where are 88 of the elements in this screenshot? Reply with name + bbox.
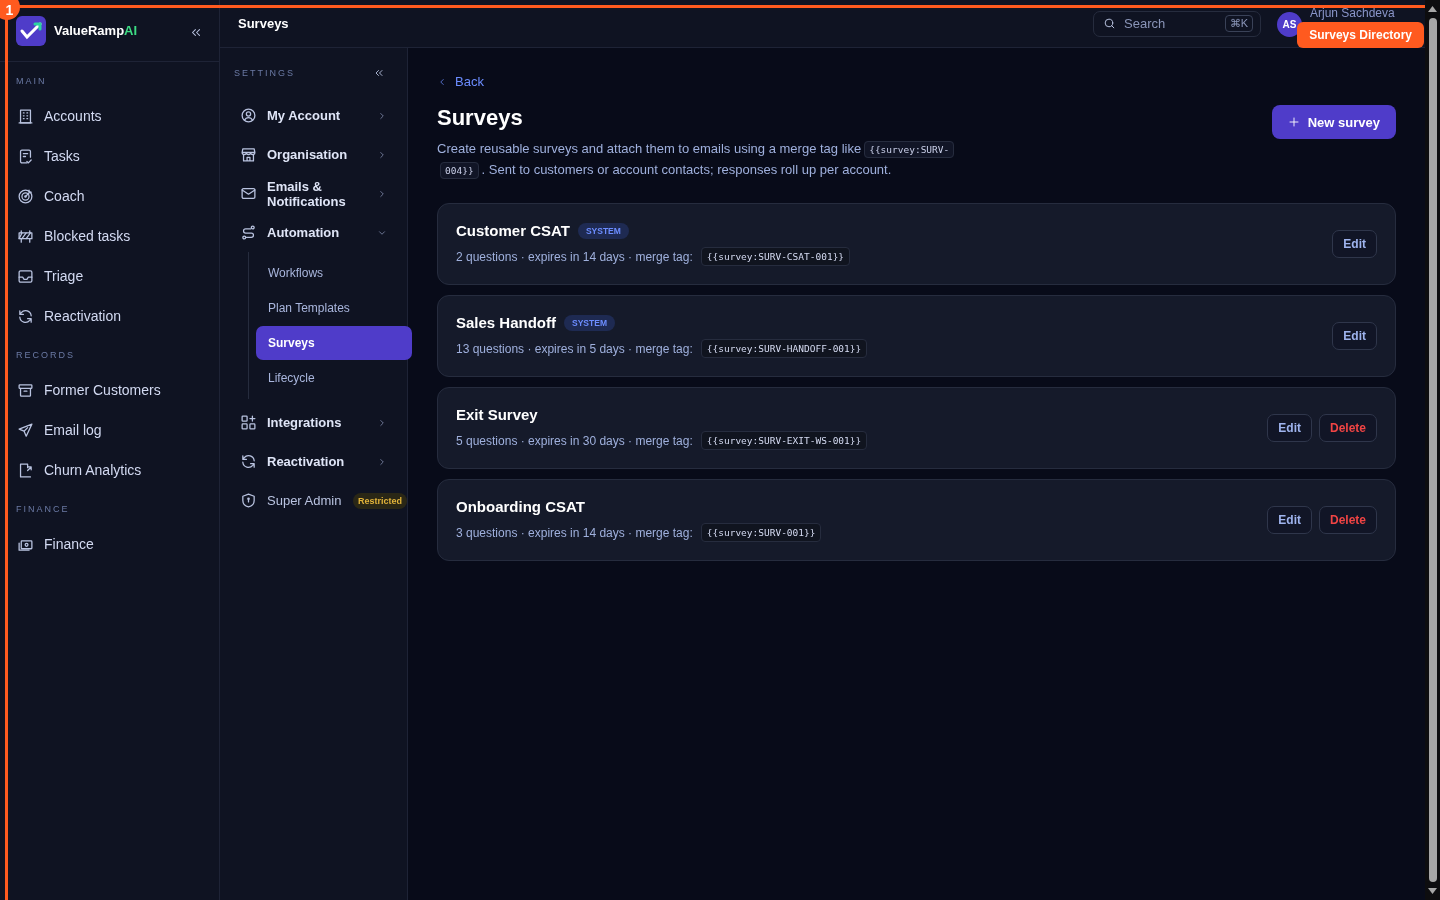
chevron-right-icon xyxy=(377,110,387,121)
survey-details: 3 questions · expires in 14 days · merge tag: xyxy=(456,525,693,540)
chevron-right-icon xyxy=(377,456,387,467)
settings-subitem[interactable]: Lifecycle xyxy=(256,361,412,395)
door-exit-icon xyxy=(17,461,34,479)
merge-tag-code: {{survey:SURV-HANDOFF-001}} xyxy=(700,339,868,358)
new-survey-button[interactable]: New survey xyxy=(1271,105,1396,139)
sidebar-item[interactable]: Coach xyxy=(0,176,219,216)
sidebar-item[interactable]: Email log xyxy=(0,410,219,450)
delete-button[interactable]: Delete xyxy=(1318,506,1377,534)
description-text: . Sent to customers or account contacts; responses roll up per account. xyxy=(481,162,892,177)
section-heading: MAIN xyxy=(15,76,48,86)
inbox-icon xyxy=(17,267,34,285)
store-icon xyxy=(240,146,257,163)
sidebar-item[interactable]: Triage xyxy=(0,256,219,296)
chevron-right-icon xyxy=(377,149,387,160)
system-badge: SYSTEM xyxy=(577,222,629,239)
settings-item[interactable]: Emails & Notifications xyxy=(232,174,407,213)
settings-item[interactable]: My Account xyxy=(232,96,407,135)
refresh-icon xyxy=(17,307,34,325)
sidebar-item[interactable]: Finance xyxy=(0,524,219,564)
settings-subitem[interactable]: Surveys xyxy=(256,326,412,360)
app-name: ValueRampAI xyxy=(54,23,139,38)
clipboard-check-icon xyxy=(17,147,34,165)
survey-name: Exit Survey xyxy=(456,406,538,423)
delete-button[interactable]: Delete xyxy=(1318,414,1377,442)
sidebar-item[interactable]: Accounts xyxy=(0,96,219,136)
survey-name: Onboarding CSAT xyxy=(456,498,585,515)
settings-item[interactable]: Integrations xyxy=(232,403,407,442)
target-icon xyxy=(17,187,34,205)
merge-tag-code: {{survey:SURV- xyxy=(864,141,955,158)
sidebar-item[interactable]: Churn Analytics xyxy=(0,450,219,490)
settings-item[interactable]: Reactivation xyxy=(232,442,407,481)
settings-subitem[interactable]: Plan Templates xyxy=(256,291,412,325)
settings-item[interactable]: Organisation xyxy=(232,135,407,174)
heading: Surveys xyxy=(437,105,524,131)
survey-details: 13 questions · expires in 5 days · merge tag: xyxy=(456,341,693,356)
annotation-label: Surveys Directory xyxy=(1297,22,1424,48)
user-circle-icon xyxy=(240,107,257,124)
description-text: Create reusable surveys and attach them to emails using a merge tag like xyxy=(437,141,862,156)
settings-item[interactable]: Super Admin Restricted xyxy=(232,481,407,520)
merge-tag-code: {{survey:SURV-CSAT-001}} xyxy=(700,247,851,266)
merge-tag-code: {{survey:SURV-EXIT-WS-001}} xyxy=(700,431,868,450)
system-badge: SYSTEM xyxy=(564,314,615,331)
annotation-badge: 1 xyxy=(0,0,20,20)
logo-icon xyxy=(16,15,46,46)
scroll-up-arrow-icon[interactable] xyxy=(1428,6,1437,12)
scrollbar[interactable] xyxy=(1425,0,1440,900)
survey-name: Customer CSAT xyxy=(456,222,570,239)
barrier-icon xyxy=(17,227,34,245)
sidebar-item[interactable]: Reactivation xyxy=(0,296,219,336)
back-link[interactable]: Back xyxy=(437,74,484,89)
scroll-down-arrow-icon[interactable] xyxy=(1428,888,1437,894)
double-chevron-left-icon xyxy=(373,67,385,79)
edit-button[interactable]: Edit xyxy=(1267,414,1312,442)
merge-tag-code: 004}} xyxy=(440,162,479,179)
section-heading: FINANCE xyxy=(15,504,71,514)
sidebar-item[interactable]: Former Customers xyxy=(0,370,219,410)
refresh-icon xyxy=(240,453,257,470)
restricted-badge: Restricted xyxy=(353,492,407,509)
edit-button[interactable]: Edit xyxy=(1332,322,1377,350)
plus-icon xyxy=(1287,116,1300,128)
shield-icon xyxy=(240,492,257,509)
page-title: Surveys xyxy=(238,16,290,31)
survey-details: 2 questions · expires in 14 days · merge tag: xyxy=(456,249,693,264)
section-heading: SETTINGS xyxy=(234,68,295,78)
merge-tag-code: {{survey:SURV-001}} xyxy=(700,523,822,542)
chevron-left-icon xyxy=(437,76,447,87)
survey-details: 5 questions · expires in 30 days · merge tag: xyxy=(456,433,693,448)
sidebar-item[interactable]: Blocked tasks xyxy=(0,216,219,256)
building-icon xyxy=(17,107,34,125)
section-heading: RECORDS xyxy=(15,350,76,360)
mail-icon xyxy=(240,185,257,202)
chevron-right-icon xyxy=(377,188,387,199)
search-icon xyxy=(1103,16,1116,30)
survey-name: Sales Handoff xyxy=(456,314,557,331)
chevron-right-icon xyxy=(377,417,387,428)
shortcut-hint: ⌘K xyxy=(1224,14,1253,32)
archive-icon xyxy=(17,381,34,399)
send-icon xyxy=(17,421,34,439)
settings-subitem[interactable]: Workflows xyxy=(256,256,412,290)
route-icon xyxy=(240,224,257,241)
grid-plus-icon xyxy=(240,414,257,431)
edit-button[interactable]: Edit xyxy=(1332,230,1377,258)
sidebar-item[interactable]: Tasks xyxy=(0,136,219,176)
edit-button[interactable]: Edit xyxy=(1267,506,1312,534)
user-name: Arjun Sachdeva xyxy=(1310,5,1395,20)
settings-item[interactable]: Automation xyxy=(232,213,407,252)
